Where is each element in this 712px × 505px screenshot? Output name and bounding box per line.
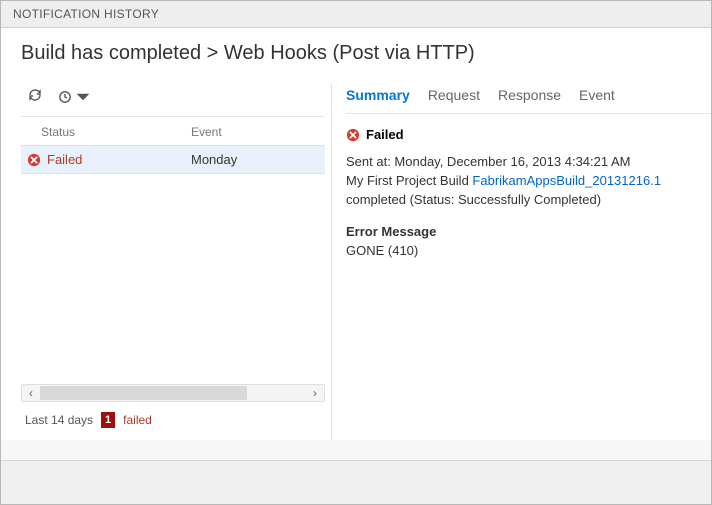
error-message-body: GONE (410) bbox=[346, 242, 711, 261]
history-icon bbox=[57, 89, 73, 105]
right-pane: Summary Request Response Event Failed Se… bbox=[332, 75, 711, 440]
scroll-right-arrow[interactable]: › bbox=[306, 385, 324, 401]
build-link[interactable]: FabrikamAppsBuild_20131216.1 bbox=[472, 173, 661, 188]
scroll-thumb[interactable] bbox=[40, 386, 247, 400]
failed-count-badge: 1 bbox=[101, 412, 115, 428]
event-cell: Monday bbox=[191, 152, 319, 167]
tab-summary[interactable]: Summary bbox=[346, 87, 410, 103]
error-icon bbox=[27, 153, 41, 167]
tab-request[interactable]: Request bbox=[428, 87, 480, 103]
main-split: Status Event Failed Monday ‹ › bbox=[1, 75, 711, 440]
chevron-down-icon bbox=[75, 89, 91, 105]
horizontal-scrollbar[interactable]: ‹ › bbox=[21, 384, 325, 402]
detail-status-text: Failed bbox=[366, 126, 404, 145]
content-area: Build has completed > Web Hooks (Post vi… bbox=[1, 28, 711, 440]
refresh-icon bbox=[27, 87, 43, 103]
sent-at-line: Sent at: Monday, December 16, 2013 4:34:… bbox=[346, 153, 711, 172]
build-text-a: My First Project Build bbox=[346, 173, 472, 188]
detail-status: Failed bbox=[346, 126, 711, 145]
history-dropdown[interactable] bbox=[57, 89, 91, 105]
sent-at-label: Sent at: bbox=[346, 154, 394, 169]
page-title: Build has completed > Web Hooks (Post vi… bbox=[1, 28, 711, 75]
left-pane: Status Event Failed Monday ‹ › bbox=[21, 75, 331, 440]
build-line: My First Project Build FabrikamAppsBuild… bbox=[346, 172, 711, 210]
toolbar bbox=[21, 83, 325, 117]
window-title-bar: NOTIFICATION HISTORY bbox=[1, 1, 711, 28]
column-header-event[interactable]: Event bbox=[191, 125, 319, 139]
status-text: Failed bbox=[47, 152, 82, 167]
error-message-heading: Error Message bbox=[346, 223, 711, 242]
tab-event[interactable]: Event bbox=[579, 87, 615, 103]
tab-response[interactable]: Response bbox=[498, 87, 561, 103]
bottom-bar bbox=[1, 460, 711, 504]
scroll-track[interactable] bbox=[40, 385, 306, 401]
failed-label: failed bbox=[123, 413, 152, 427]
column-header-status[interactable]: Status bbox=[41, 125, 191, 139]
build-text-b: completed (Status: Successfully Complete… bbox=[346, 192, 601, 207]
left-footer: Last 14 days 1 failed bbox=[21, 402, 325, 440]
scroll-left-arrow[interactable]: ‹ bbox=[22, 385, 40, 401]
error-icon bbox=[346, 128, 360, 142]
window-title: NOTIFICATION HISTORY bbox=[13, 7, 159, 21]
detail-tabs: Summary Request Response Event bbox=[346, 83, 711, 114]
sent-at-value: Monday, December 16, 2013 4:34:21 AM bbox=[394, 154, 630, 169]
detail-panel: Failed Sent at: Monday, December 16, 201… bbox=[346, 114, 711, 261]
table-row[interactable]: Failed Monday bbox=[21, 145, 325, 174]
date-range-label: Last 14 days bbox=[25, 413, 93, 427]
refresh-button[interactable] bbox=[27, 87, 43, 106]
status-cell: Failed bbox=[27, 152, 191, 167]
grid-header: Status Event bbox=[21, 117, 325, 145]
